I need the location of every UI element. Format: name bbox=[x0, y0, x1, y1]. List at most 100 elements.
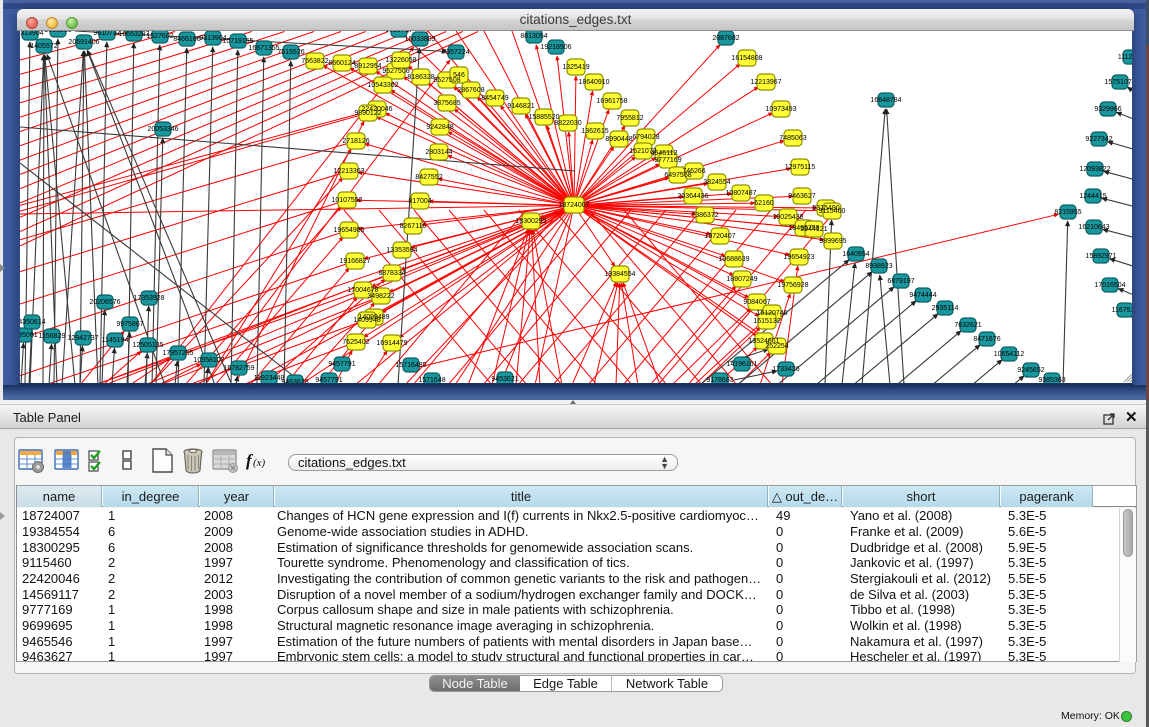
svg-text:1409948: 1409948 bbox=[353, 317, 380, 324]
svg-text:9115460: 9115460 bbox=[819, 208, 846, 215]
svg-text:8471676: 8471676 bbox=[973, 336, 1000, 343]
svg-text:817004: 817004 bbox=[408, 198, 431, 205]
svg-text:16782759: 16782759 bbox=[223, 365, 254, 372]
svg-text:16914479: 16914479 bbox=[376, 340, 407, 347]
svg-text:9084067: 9084067 bbox=[743, 299, 770, 306]
svg-text:252254: 252254 bbox=[765, 343, 788, 350]
svg-text:1733426: 1733426 bbox=[772, 366, 799, 373]
svg-text:19166827: 19166827 bbox=[339, 258, 370, 265]
svg-text:7625402: 7625402 bbox=[342, 339, 369, 346]
svg-text:9178663: 9178663 bbox=[706, 377, 733, 383]
svg-text:9463627: 9463627 bbox=[788, 193, 815, 200]
svg-text:1325419: 1325419 bbox=[562, 64, 589, 71]
svg-text:1615132: 1615132 bbox=[753, 318, 780, 325]
svg-text:7357224: 7357224 bbox=[442, 49, 469, 56]
svg-text:10654112: 10654112 bbox=[994, 351, 1025, 358]
svg-text:9610737: 9610737 bbox=[385, 31, 412, 34]
svg-text:2803144: 2803144 bbox=[425, 149, 452, 156]
svg-text:10973493: 10973493 bbox=[765, 106, 796, 113]
svg-text:8878334: 8878334 bbox=[378, 270, 405, 277]
svg-text:19654985: 19654985 bbox=[333, 227, 364, 234]
svg-text:18807249: 18807249 bbox=[726, 276, 757, 283]
svg-text:2867608: 2867608 bbox=[457, 87, 484, 94]
svg-text:746266: 746266 bbox=[682, 168, 705, 175]
svg-text:19218506: 19218506 bbox=[540, 44, 571, 51]
svg-text:8990448: 8990448 bbox=[605, 136, 632, 143]
svg-text:20053346: 20053346 bbox=[147, 126, 178, 133]
svg-text:19720407: 19720407 bbox=[704, 233, 735, 240]
svg-text:9329966: 9329966 bbox=[1094, 106, 1121, 113]
svg-text:1145194: 1145194 bbox=[102, 337, 129, 344]
svg-text:12213967: 12213967 bbox=[750, 79, 781, 86]
svg-text:546: 546 bbox=[453, 72, 465, 79]
svg-text:1640954: 1640954 bbox=[842, 251, 869, 258]
svg-text:9313904: 9313904 bbox=[20, 31, 44, 37]
svg-text:11923448: 11923448 bbox=[254, 375, 285, 382]
svg-text:9227342: 9227342 bbox=[1085, 136, 1112, 143]
svg-text:1405572: 1405572 bbox=[30, 43, 57, 50]
svg-text:17957255: 17957255 bbox=[162, 350, 193, 357]
svg-text:9610737: 9610737 bbox=[93, 31, 120, 37]
svg-text:9777169: 9777169 bbox=[654, 157, 681, 164]
svg-text:18640910: 18640910 bbox=[578, 79, 609, 86]
svg-text:12942737: 12942737 bbox=[67, 335, 98, 342]
svg-text:9385363: 9385363 bbox=[1038, 377, 1065, 383]
svg-text:9457791: 9457791 bbox=[315, 377, 342, 383]
svg-text:4350614: 4350614 bbox=[20, 319, 46, 326]
svg-text:62160: 62160 bbox=[754, 200, 774, 207]
svg-text:19384554: 19384554 bbox=[604, 271, 635, 278]
svg-text:17353928: 17353928 bbox=[133, 295, 164, 302]
svg-text:9474444: 9474444 bbox=[909, 292, 936, 299]
svg-text:14196161: 14196161 bbox=[726, 361, 757, 368]
svg-text:13353594: 13353594 bbox=[386, 247, 417, 254]
svg-text:8267110: 8267110 bbox=[400, 223, 427, 230]
svg-text:7632621: 7632621 bbox=[954, 322, 981, 329]
svg-text:7955812: 7955812 bbox=[616, 115, 643, 122]
svg-text:16210643: 16210643 bbox=[1078, 224, 1109, 231]
svg-text:9527506: 9527506 bbox=[382, 68, 409, 75]
svg-text:1571648: 1571648 bbox=[418, 377, 445, 383]
svg-text:8813054: 8813054 bbox=[520, 33, 547, 40]
svg-text:16120746: 16120746 bbox=[756, 310, 787, 317]
svg-text:3498222: 3498222 bbox=[367, 293, 394, 300]
svg-text:7515526: 7515526 bbox=[277, 49, 304, 56]
svg-text:10653287: 10653287 bbox=[118, 31, 149, 38]
svg-text:7386372: 7386372 bbox=[691, 212, 718, 219]
svg-text:18300295: 18300295 bbox=[515, 218, 546, 225]
svg-text:10107552: 10107552 bbox=[331, 197, 362, 204]
svg-text:16648784: 16648784 bbox=[870, 97, 901, 104]
svg-text:20364436: 20364436 bbox=[677, 193, 708, 200]
svg-text:12093822: 12093822 bbox=[1079, 166, 1110, 173]
svg-text:8186328: 8186328 bbox=[407, 74, 434, 81]
svg-text:9463628: 9463628 bbox=[281, 379, 308, 383]
svg-text:9890122: 9890122 bbox=[354, 110, 381, 117]
svg-text:8427552: 8427552 bbox=[415, 174, 442, 181]
svg-text:9899695: 9899695 bbox=[819, 238, 846, 245]
svg-text:9146821: 9146821 bbox=[507, 103, 534, 110]
svg-text:10688639: 10688639 bbox=[718, 256, 749, 263]
svg-text:8912954: 8912954 bbox=[354, 63, 381, 70]
svg-text:19756928: 19756928 bbox=[777, 282, 808, 289]
svg-text:1362615: 1362615 bbox=[581, 128, 608, 135]
svg-text:8822030: 8822030 bbox=[554, 120, 581, 127]
svg-text:6879197: 6879197 bbox=[887, 278, 914, 285]
svg-text:20691406: 20691406 bbox=[68, 39, 99, 46]
svg-text:2087682: 2087682 bbox=[712, 35, 739, 42]
svg-text:20206576: 20206576 bbox=[89, 299, 120, 306]
svg-text:9135061: 9135061 bbox=[20, 332, 38, 339]
svg-text:(x): (x) bbox=[253, 457, 266, 469]
svg-text:18724007: 18724007 bbox=[558, 202, 589, 209]
svg-text:12213363: 12213363 bbox=[333, 168, 364, 175]
svg-text:10958107: 10958107 bbox=[193, 357, 224, 364]
svg-text:10543362: 10543362 bbox=[367, 82, 398, 89]
svg-text:3824554: 3824554 bbox=[703, 179, 730, 186]
svg-text:9453621: 9453621 bbox=[491, 376, 518, 383]
svg-text:7663822: 7663822 bbox=[301, 58, 328, 65]
svg-text:6794028: 6794028 bbox=[632, 134, 659, 141]
svg-text:10719155: 10719155 bbox=[222, 38, 253, 45]
svg-text:2055213: 2055213 bbox=[44, 31, 71, 34]
svg-text:15892971: 15892971 bbox=[1085, 253, 1116, 260]
svg-text:15751074: 15751074 bbox=[1104, 79, 1132, 86]
svg-text:16961758: 16961758 bbox=[596, 98, 627, 105]
svg-text:9245652: 9245652 bbox=[1017, 367, 1044, 374]
